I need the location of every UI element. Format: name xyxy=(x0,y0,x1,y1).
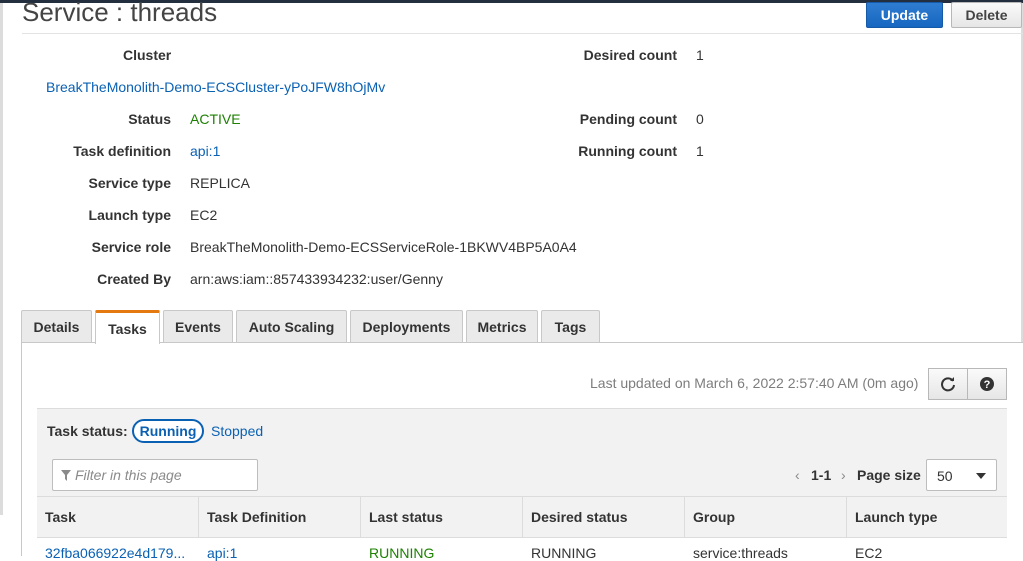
column-last-status[interactable]: Last status xyxy=(361,497,523,537)
column-launch-type[interactable]: Launch type xyxy=(847,497,1007,537)
tab-auto-scaling[interactable]: Auto Scaling xyxy=(236,310,347,342)
row-launch-type: EC2 xyxy=(855,545,883,561)
tab-tasks[interactable]: Tasks xyxy=(95,310,160,344)
launch-type-label: Launch type xyxy=(88,207,171,223)
tab-tags[interactable]: Tags xyxy=(541,310,600,342)
pagination-range: 1-1 xyxy=(811,467,832,483)
help-icon: ? xyxy=(980,377,994,391)
tab-events[interactable]: Events xyxy=(163,310,233,342)
status-running-toggle[interactable]: Running xyxy=(132,419,204,443)
last-updated-text: Last updated on March 6, 2022 2:57:40 AM… xyxy=(590,375,919,391)
divider xyxy=(22,33,1023,34)
task-definition-link[interactable]: api:1 xyxy=(190,143,220,159)
column-group[interactable]: Group xyxy=(685,497,847,537)
tab-details[interactable]: Details xyxy=(21,310,92,342)
status-stopped-toggle[interactable]: Stopped xyxy=(211,423,263,439)
status-value: ACTIVE xyxy=(190,111,241,127)
service-type-label: Service type xyxy=(88,175,172,191)
service-role-label: Service role xyxy=(91,239,171,255)
svg-text:?: ? xyxy=(984,379,991,391)
help-button[interactable]: ? xyxy=(967,368,1007,400)
service-role-value: BreakTheMonolith-Demo-ECSServiceRole-1BK… xyxy=(190,239,577,255)
filter-input[interactable]: Filter in this page xyxy=(52,459,258,491)
update-button[interactable]: Update xyxy=(866,2,943,28)
row-last-status: RUNNING xyxy=(369,545,435,561)
tasks-table-header: Task Task Definition Last status Desired… xyxy=(37,496,1007,538)
caret-down-icon xyxy=(976,473,986,479)
page-size-value: 50 xyxy=(937,468,953,484)
task-status-label: Task status: xyxy=(47,423,128,439)
tab-deployments[interactable]: Deployments xyxy=(350,310,463,342)
page-title: Service : threads xyxy=(22,0,218,27)
refresh-icon xyxy=(941,377,955,392)
launch-type-value: EC2 xyxy=(190,207,218,223)
chevron-right-icon[interactable]: › xyxy=(841,467,846,483)
row-desired-status: RUNNING xyxy=(531,545,597,561)
created-by-label: Created By xyxy=(97,271,171,287)
service-type-value: REPLICA xyxy=(190,175,250,191)
desired-count-label: Desired count xyxy=(583,47,677,63)
page-size-select[interactable]: 50 xyxy=(926,459,997,491)
running-count-value: 1 xyxy=(696,143,704,159)
pending-count-value: 0 xyxy=(696,111,704,127)
page-size-label: Page size xyxy=(857,467,921,483)
column-task-definition[interactable]: Task Definition xyxy=(199,497,361,537)
filter-placeholder: Filter in this page xyxy=(75,467,182,483)
tab-metrics[interactable]: Metrics xyxy=(466,310,538,342)
pending-count-label: Pending count xyxy=(579,111,677,127)
column-desired-status[interactable]: Desired status xyxy=(523,497,685,537)
delete-button[interactable]: Delete xyxy=(951,2,1022,28)
cluster-link[interactable]: BreakTheMonolith-Demo-ECSCluster-yPoJFW8… xyxy=(46,79,385,95)
desired-count-value: 1 xyxy=(696,47,704,63)
filter-icon xyxy=(61,470,71,481)
task-definition-label: Task definition xyxy=(73,143,171,159)
cluster-label: Cluster xyxy=(123,47,172,63)
refresh-button[interactable] xyxy=(928,368,968,400)
created-by-value: arn:aws:iam::857433934232:user/Genny xyxy=(190,271,443,287)
chevron-left-icon[interactable]: ‹ xyxy=(795,467,800,483)
task-id-link[interactable]: 32fba066922e4d179... xyxy=(45,545,185,561)
running-count-label: Running count xyxy=(578,143,677,159)
row-task-definition-link[interactable]: api:1 xyxy=(207,545,237,561)
row-group: service:threads xyxy=(693,545,788,561)
status-label: Status xyxy=(128,111,171,127)
left-border xyxy=(0,3,3,515)
column-task[interactable]: Task xyxy=(37,497,199,537)
